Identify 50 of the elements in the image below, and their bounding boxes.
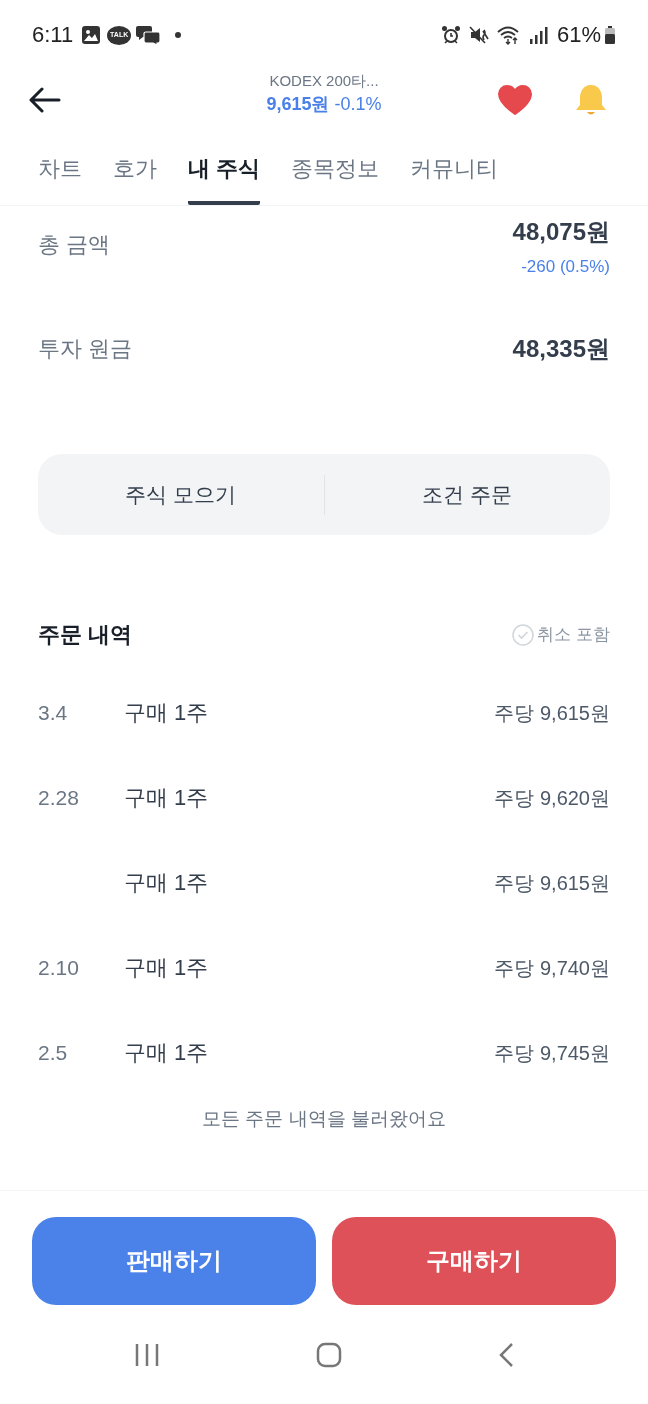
order-price: 주당 9,740원 (494, 955, 610, 981)
wifi-icon (496, 25, 521, 45)
image-icon (81, 25, 102, 45)
summary-value: 48,335원 (512, 334, 610, 364)
summary-change: -260 (0.5%) (521, 256, 610, 278)
tab[interactable]: 내 주식 (188, 130, 261, 205)
tab[interactable]: 커뮤니티 (410, 130, 499, 205)
stock-title: KODEX 200타... (269, 71, 379, 91)
action-button[interactable]: 주식 모으기 (38, 454, 324, 535)
order-price: 주당 9,620원 (494, 785, 610, 811)
order-date: 2.28 (38, 785, 79, 809)
stock-price: 9,615원 (266, 93, 330, 116)
signal-icon (528, 25, 549, 45)
summary-label: 총 금액 (38, 231, 111, 259)
buy-button[interactable]: 구매하기 (332, 1217, 616, 1305)
mute-icon (468, 25, 489, 45)
battery-percent: 61% (556, 21, 601, 49)
order-type: 구매 1주 (124, 698, 209, 727)
recent-apps-icon[interactable] (134, 1342, 160, 1367)
summary-value: 48,075원 (512, 217, 610, 247)
tab[interactable]: 종목정보 (291, 130, 380, 205)
dot-icon (175, 32, 182, 38)
order-price: 주당 9,745원 (494, 1040, 610, 1066)
tab[interactable]: 호가 (113, 130, 157, 205)
order-date: 3.4 (38, 700, 68, 724)
tab[interactable]: 차트 (38, 130, 82, 205)
order-type: 구매 1주 (124, 783, 209, 812)
cancel-filter-toggle[interactable]: 취소 포함 (537, 623, 610, 647)
order-price: 주당 9,615원 (494, 700, 610, 726)
order-date: 2.5 (38, 1040, 68, 1064)
summary-label: 투자 원금 (38, 335, 133, 363)
battery-icon (604, 25, 616, 45)
section-title: 주문 내역 (38, 621, 133, 649)
order-date: 2.10 (38, 955, 79, 979)
order-type: 구매 1주 (124, 1038, 209, 1067)
order-price: 주당 9,615원 (494, 870, 610, 896)
orders-footer-note: 모든 주문 내역을 불러왔어요 (202, 1107, 446, 1131)
order-type: 구매 1주 (124, 868, 209, 897)
check-circle-icon[interactable] (512, 624, 535, 646)
alarm-icon (440, 25, 461, 45)
chat-bubbles-icon (135, 25, 162, 45)
status-time: 6:11 (32, 21, 74, 49)
sell-button[interactable]: 판매하기 (32, 1217, 316, 1305)
back-arrow-icon[interactable] (29, 87, 61, 113)
heart-icon[interactable] (497, 84, 533, 116)
price-change: -0.1% (334, 93, 382, 116)
back-icon[interactable] (498, 1341, 514, 1368)
home-icon[interactable] (316, 1341, 342, 1368)
action-button[interactable]: 조건 주문 (324, 454, 610, 535)
order-type: 구매 1주 (124, 953, 209, 982)
